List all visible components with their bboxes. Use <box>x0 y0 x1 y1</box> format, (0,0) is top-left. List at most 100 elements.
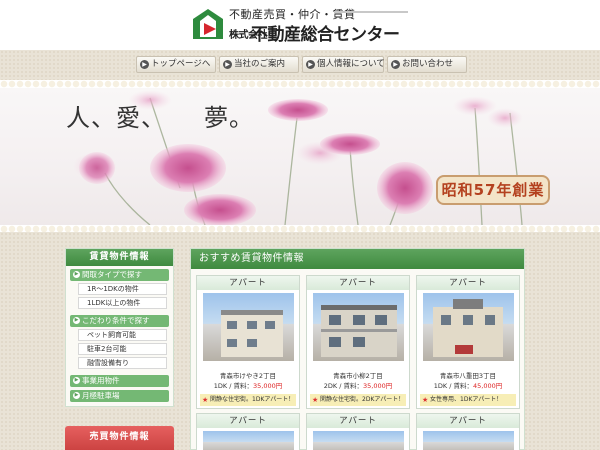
nav-privacy-label: 個人情報について <box>317 59 385 69</box>
window-shape <box>375 315 387 325</box>
star-icon: ★ <box>422 396 429 404</box>
nav-company-info-label: 当社のご案内 <box>234 59 286 69</box>
property-layout: 2DK / 賃料： <box>323 382 363 390</box>
sidebar-link-1r-1dk[interactable]: 1R～1DKの物件 <box>78 283 167 295</box>
window-shape <box>227 339 237 347</box>
window-shape <box>353 315 365 325</box>
arrow-right-icon: ▶ <box>73 317 80 324</box>
property-card[interactable]: アパート 青森市八重田3丁目 1DK / 賃料：45,000円 ★ 女性専用、1… <box>416 275 520 409</box>
sidebar-cat-label: こだわり条件で探す <box>82 316 150 325</box>
sidebar-cat-label: 事業用物件 <box>82 376 120 385</box>
roof-shape <box>321 305 397 310</box>
car-shape <box>455 345 473 354</box>
property-location: 青森市小柳2丁目 <box>333 372 383 380</box>
property-rent: 35,000円 <box>252 382 283 390</box>
property-photo[interactable] <box>203 431 294 450</box>
sidebar-link-parking[interactable]: 駐車2台可能 <box>78 343 167 355</box>
property-note: ★ 女性専用、1DKアパート！ <box>420 394 516 406</box>
nav-company-info[interactable]: ▶ 当社のご案内 <box>219 56 299 73</box>
tagline-divider <box>334 11 408 13</box>
property-card[interactable]: アパート <box>196 413 300 450</box>
sidebar-cat-parking-lot[interactable]: ▶ 月極駐車場 <box>70 390 169 402</box>
building-shape <box>221 313 283 357</box>
arrow-right-icon: ▶ <box>73 377 80 384</box>
recommended-title: おすすめ賃貸物件情報 <box>191 249 524 269</box>
window-shape <box>329 315 341 325</box>
company-logo-icon[interactable] <box>191 7 225 41</box>
star-icon: ★ <box>312 396 319 404</box>
window-shape <box>441 315 451 325</box>
property-photo[interactable] <box>423 293 514 361</box>
property-location: 青森市けやき2丁目 <box>219 372 277 380</box>
sidebar-link-1ldk[interactable]: 1LDK以上の物件 <box>78 297 167 309</box>
window-shape <box>485 315 495 325</box>
arrow-right-icon: ▶ <box>73 271 80 278</box>
window-shape <box>329 337 341 347</box>
property-location: 青森市八重田3丁目 <box>439 372 497 380</box>
sidebar-cat-label: 月極駐車場 <box>82 391 120 400</box>
property-price: 1DK / 賃料：45,000円 <box>417 380 519 390</box>
sidebar-link-pet[interactable]: ペット飼育可能 <box>78 329 167 341</box>
property-layout: 1DK / 賃料： <box>213 382 253 390</box>
nav-contact-label: お問い合わせ <box>402 59 454 69</box>
window-shape <box>353 337 365 347</box>
roof-shape <box>221 310 283 315</box>
sidebar-cat-label: 間取タイプで探す <box>82 270 142 279</box>
property-type: アパート <box>417 414 519 428</box>
window-shape <box>463 315 473 325</box>
sidebar-sale-title: 売買物件情報 <box>65 426 174 450</box>
property-rent: 45,000円 <box>472 382 503 390</box>
property-card[interactable]: アパート <box>416 413 520 450</box>
window-shape <box>265 321 275 329</box>
property-type: アパート <box>307 414 409 428</box>
site-header: 不動産売買・仲介・賃貸 株式会社不動産総合センター <box>0 0 600 50</box>
arrow-right-icon: ▶ <box>140 60 149 69</box>
property-photo[interactable] <box>203 293 294 361</box>
company-name-text: 不動産総合センター <box>251 25 400 45</box>
window-shape <box>227 321 237 329</box>
arrow-right-icon: ▶ <box>73 392 80 399</box>
company-name[interactable]: 株式会社不動産総合センター <box>229 20 400 45</box>
property-type: アパート <box>197 276 299 290</box>
nav-top-page[interactable]: ▶ トップページへ <box>136 56 216 73</box>
property-rent: 35,000円 <box>362 382 393 390</box>
star-icon: ★ <box>202 396 209 404</box>
sidebar-cat-conditions[interactable]: ▶ こだわり条件で探す <box>70 315 169 327</box>
lace-border-top <box>0 80 600 88</box>
arrow-right-icon: ▶ <box>223 60 232 69</box>
property-photo[interactable] <box>423 431 514 450</box>
property-type: アパート <box>417 276 519 290</box>
property-price: 2DK / 賃料：35,000円 <box>307 380 409 390</box>
property-note-text: 閑静な住宅街。2DKアパート！ <box>320 396 405 403</box>
property-card[interactable]: アパート 青森市小柳2丁目 2DK / 賃料：35,000円 ★ 閑静な住宅街。… <box>306 275 410 409</box>
property-layout: 1DK / 賃料： <box>433 382 473 390</box>
property-note: ★ 閑静な住宅街。1DKアパート！ <box>200 394 296 406</box>
global-nav: ▶ トップページへ ▶ 当社のご案内 ▶ 個人情報について ▶ お問い合わせ <box>0 50 600 80</box>
sidebar-link-snow-melt[interactable]: 融雪設備有り <box>78 357 167 369</box>
property-note: ★ 閑静な住宅街。2DKアパート！ <box>310 394 406 406</box>
sidebar-cat-business[interactable]: ▶ 事業用物件 <box>70 375 169 387</box>
property-note-text: 女性専用、1DKアパート！ <box>430 396 503 403</box>
founded-badge: 昭和57年創業 <box>436 175 550 205</box>
sidebar-rental-title: 賃貸物件情報 <box>66 249 173 266</box>
recommended-rentals: おすすめ賃貸物件情報 アパート 青森市けやき2丁目 1DK / 賃料：35,00… <box>190 248 525 450</box>
nav-privacy[interactable]: ▶ 個人情報について <box>302 56 385 73</box>
property-photo[interactable] <box>313 431 404 450</box>
window-shape <box>247 321 257 329</box>
property-type: アパート <box>307 276 409 290</box>
property-card[interactable]: アパート 青森市けやき2丁目 1DK / 賃料：35,000円 ★ 閑静な住宅街… <box>196 275 300 409</box>
nav-contact[interactable]: ▶ お問い合わせ <box>387 56 467 73</box>
property-price: 1DK / 賃料：35,000円 <box>197 380 299 390</box>
property-note-text: 閑静な住宅街。1DKアパート！ <box>210 396 295 403</box>
nav-top-page-label: トップページへ <box>151 59 211 69</box>
arrow-right-icon: ▶ <box>391 60 400 69</box>
company-prefix: 株式会社 <box>229 29 268 41</box>
property-card[interactable]: アパート <box>306 413 410 450</box>
hero-banner: 人、愛、 夢。 昭和57年創業 <box>0 88 600 225</box>
roof-shape <box>453 299 483 309</box>
property-photo[interactable] <box>313 293 404 361</box>
balcony-shape <box>321 329 397 332</box>
window-shape <box>247 339 257 347</box>
sidebar-cat-layout[interactable]: ▶ 間取タイプで探す <box>70 269 169 281</box>
sidebar-rental: 賃貸物件情報 ▶ 間取タイプで探す 1R～1DKの物件 1LDK以上の物件 ▶ … <box>65 248 174 407</box>
